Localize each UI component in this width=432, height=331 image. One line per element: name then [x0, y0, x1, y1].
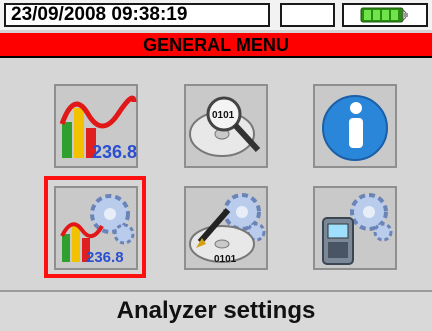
- status-indicator-box: [280, 3, 335, 27]
- recording-settings-value: 0101: [214, 254, 237, 265]
- menu-item-recorded-data[interactable]: 0101: [184, 84, 268, 168]
- analyzer-chart-icon: 236.8: [54, 84, 138, 168]
- selected-item-bar: Analyzer settings: [0, 290, 432, 331]
- menu-item-recording-settings[interactable]: 0101: [184, 186, 268, 270]
- menu-item-info[interactable]: [313, 84, 397, 168]
- analyzer-settings-icon: 236.8: [54, 186, 138, 270]
- status-bar: 23/09/2008 09:38:19: [0, 0, 432, 30]
- analyzer-value: 236.8: [92, 142, 137, 162]
- battery-box: [342, 3, 428, 27]
- recorded-data-disc-icon: 0101: [184, 84, 268, 168]
- menu-item-analyzer-settings[interactable]: 236.8: [44, 176, 146, 278]
- title-bar: GENERAL MENU: [0, 33, 432, 58]
- datetime-display: 23/09/2008 09:38:19: [4, 3, 270, 27]
- analyzer-settings-value: 236.8: [86, 249, 124, 266]
- analyzer-screen: 23/09/2008 09:38:19 GENERAL MENU 236.8 0…: [0, 0, 432, 331]
- page-title: GENERAL MENU: [143, 35, 289, 55]
- battery-full-icon: [360, 7, 408, 23]
- recording-settings-icon: 0101: [184, 186, 268, 270]
- menu-item-analyzer[interactable]: 236.8: [54, 84, 138, 168]
- menu-item-instrument-settings[interactable]: [313, 186, 397, 270]
- recorded-data-value: 0101: [212, 110, 235, 121]
- info-icon: [313, 84, 397, 168]
- instrument-settings-icon: [313, 186, 397, 270]
- selected-item-label: Analyzer settings: [116, 297, 316, 324]
